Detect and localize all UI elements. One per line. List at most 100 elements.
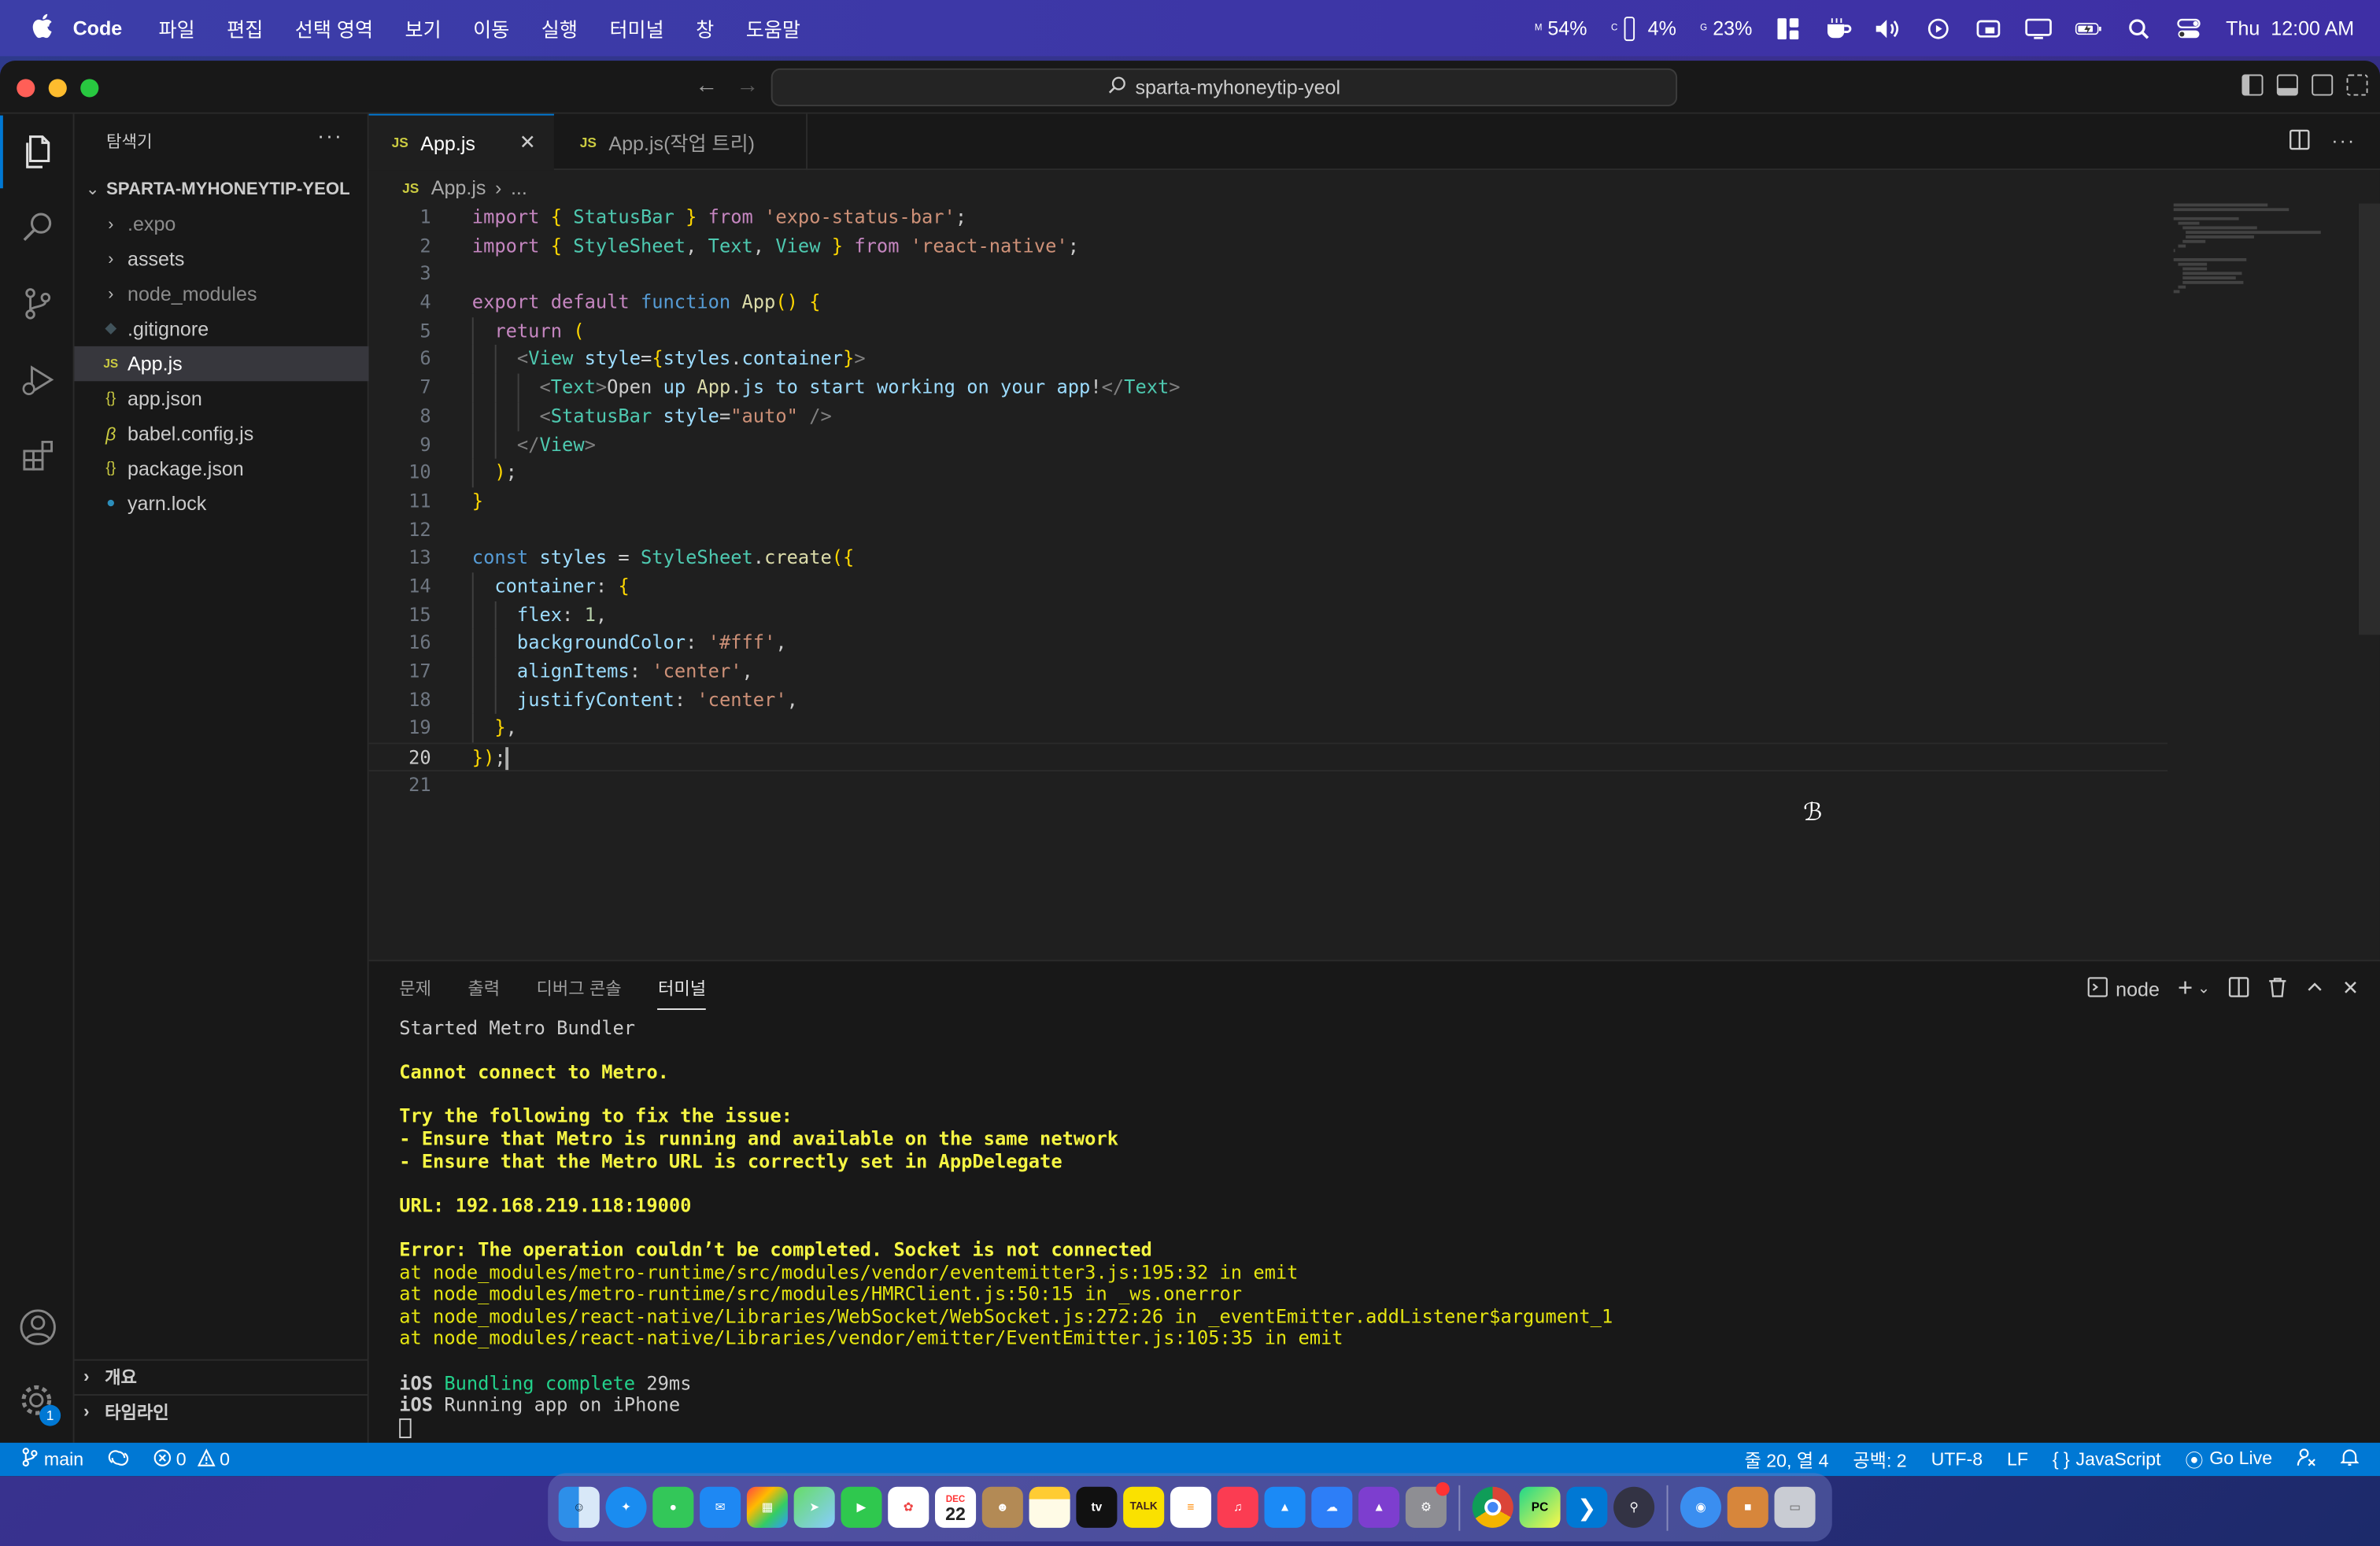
terminal-shell-selector[interactable]: node (2086, 976, 2160, 1002)
screen-mirror-icon[interactable] (1975, 14, 2003, 42)
volume-icon[interactable] (1876, 14, 1903, 42)
tree-item-file-selected[interactable]: JS App.js (74, 346, 369, 382)
menu-selection[interactable]: 선택 영역 (295, 13, 373, 43)
tree-item-file[interactable]: β babel.config.js (74, 416, 368, 451)
cloud-app-icon[interactable]: ☁ (1311, 1486, 1353, 1528)
cpu-stat[interactable]: C 4% (1609, 16, 1676, 41)
menu-help[interactable]: 도움말 (746, 13, 800, 43)
downloads-folder-icon[interactable]: ◉ (1680, 1486, 1721, 1528)
tree-item-file[interactable]: ● yarn.lock (74, 486, 368, 520)
more-actions-icon[interactable]: ··· (2331, 129, 2356, 155)
indentation[interactable]: 공백: 2 (1853, 1447, 1906, 1473)
terminal-output[interactable]: Started Metro Bundler Cannot connect to M… (399, 1018, 2357, 1439)
messages-icon[interactable]: ● (652, 1486, 694, 1528)
outline-section[interactable]: › 개요 (74, 1359, 369, 1394)
chrome-icon[interactable] (1472, 1486, 1513, 1528)
affinity-icon[interactable]: ▲ (1358, 1486, 1400, 1528)
code-line[interactable]: 10 ); (369, 459, 2168, 488)
play-icon[interactable] (1925, 14, 1953, 42)
split-terminal-icon[interactable] (2228, 976, 2249, 1002)
battery-icon[interactable] (2075, 14, 2103, 42)
code-line[interactable]: 21 (369, 771, 2168, 800)
timeline-section[interactable]: › 타임라인 (74, 1394, 369, 1429)
code-line[interactable]: 2 import { StyleSheet, Text, View } from … (369, 232, 2168, 261)
menu-edit[interactable]: 편집 (227, 13, 263, 43)
tree-item-folder[interactable]: › assets (74, 242, 368, 276)
menu-terminal[interactable]: 터미널 (609, 13, 663, 43)
language-mode[interactable]: { } JavaScript (2053, 1449, 2161, 1470)
menu-app-name[interactable]: Code (73, 17, 123, 39)
tab-debug-console[interactable]: 디버그 콘솔 (536, 977, 621, 1010)
calendar-icon[interactable]: DEC 22 (934, 1486, 977, 1528)
code-line[interactable]: 17 alignItems: 'center', (369, 657, 2168, 686)
minimap[interactable] (2173, 203, 2359, 295)
search-view-icon[interactable] (0, 191, 74, 264)
code-line[interactable]: 1 import { StatusBar } from 'expo-status-… (369, 204, 2168, 232)
source-control-icon[interactable] (0, 268, 74, 341)
close-tab-icon[interactable]: ✕ (519, 131, 536, 155)
tree-item-file[interactable]: {} package.json (74, 451, 368, 486)
quicktime-icon[interactable]: ⚲ (1613, 1486, 1655, 1528)
code-line[interactable]: 12 (369, 516, 2168, 544)
tab-problems[interactable]: 문제 (399, 977, 431, 1010)
mail-icon[interactable]: ✉ (700, 1486, 741, 1528)
launchpad-icon[interactable]: ▦ (746, 1486, 788, 1528)
memory-stat[interactable]: M 54% (1534, 17, 1587, 39)
system-settings-icon[interactable]: ⚙ (1405, 1481, 1450, 1528)
tab-app-js-working-tree[interactable]: JS App.js(작업 트리) (557, 113, 808, 171)
menu-window[interactable]: 창 (696, 13, 714, 43)
editor-scrollbar[interactable] (2358, 203, 2380, 635)
code-line[interactable]: 18 justifyContent: 'center', (369, 686, 2168, 715)
tree-item-file[interactable]: {} app.json (74, 381, 368, 416)
code-editor[interactable]: 1 import { StatusBar } from 'expo-status-… (368, 204, 2168, 800)
explorer-icon[interactable] (0, 115, 74, 189)
menu-run[interactable]: 실행 (541, 13, 578, 43)
go-live-button[interactable]: ⦿ Go Live (2185, 1447, 2272, 1473)
pycharm-icon[interactable]: PC (1519, 1486, 1561, 1528)
code-line[interactable]: 11} (369, 487, 2168, 516)
finder-icon[interactable]: ☺ (558, 1486, 600, 1528)
code-line[interactable]: 20}); (368, 742, 2168, 771)
tab-app-js[interactable]: JS App.js ✕ (368, 113, 554, 171)
window-layout-icon[interactable] (1775, 14, 1802, 42)
maximize-panel-icon[interactable] (2306, 977, 2324, 1000)
code-line[interactable]: 6 <View style={styles.container}> (369, 345, 2168, 374)
stack-icon[interactable]: ■ (1727, 1486, 1768, 1528)
tab-terminal[interactable]: 터미널 (657, 977, 707, 1010)
code-line[interactable]: 9 </View> (369, 430, 2168, 460)
feedback-icon[interactable] (2297, 1448, 2316, 1472)
reminders-icon[interactable]: ≡ (1170, 1486, 1211, 1528)
minimize-window-button[interactable] (48, 79, 67, 98)
gpu-stat[interactable]: G 23% (1699, 17, 1752, 39)
contacts-icon[interactable]: ☻ (981, 1486, 1023, 1528)
tree-item-folder[interactable]: › .expo (74, 206, 368, 241)
forward-arrow-icon[interactable]: → (736, 73, 759, 99)
code-line[interactable]: 4 export default function App() { (369, 289, 2168, 317)
menu-go[interactable]: 이동 (473, 13, 509, 43)
menu-view[interactable]: 보기 (405, 13, 442, 43)
terminal-prompt[interactable] (399, 1416, 2357, 1438)
tab-output[interactable]: 출력 (468, 977, 500, 1010)
end-of-line[interactable]: LF (2007, 1449, 2028, 1470)
spotlight-search-icon[interactable] (2126, 14, 2153, 42)
split-editor-icon[interactable] (2289, 129, 2310, 155)
code-line[interactable]: 8 <StatusBar style="auto" /> (369, 401, 2168, 431)
notes-icon[interactable] (1029, 1486, 1070, 1528)
encoding[interactable]: UTF-8 (1931, 1449, 1983, 1470)
breadcrumb-file[interactable]: App.js (431, 176, 486, 199)
tree-item-file[interactable]: ◆ .gitignore (74, 312, 368, 346)
code-line[interactable]: 14 container: { (369, 572, 2168, 601)
app-store-icon[interactable]: ▲ (1264, 1486, 1306, 1528)
workspace-root[interactable]: ⌄ SPARTA-MYHONEYTIP-YEOL (74, 172, 368, 206)
breadcrumb-more[interactable]: ... (511, 176, 527, 199)
code-line[interactable]: 16 backgroundColor: '#fff', (369, 629, 2168, 658)
vscode-icon[interactable]: ❯ (1566, 1486, 1608, 1528)
close-panel-icon[interactable]: ✕ (2342, 977, 2359, 1001)
coffee-icon[interactable] (1825, 14, 1853, 42)
control-center-icon[interactable] (2175, 14, 2203, 42)
explorer-more-icon[interactable]: ··· (317, 123, 343, 147)
toggle-secondary-sidebar-icon[interactable] (2312, 74, 2334, 96)
facetime-icon[interactable]: ▶ (841, 1486, 882, 1528)
code-line[interactable]: 3 (369, 261, 2168, 289)
menu-clock[interactable]: Thu 12:00 AM (2226, 17, 2354, 39)
